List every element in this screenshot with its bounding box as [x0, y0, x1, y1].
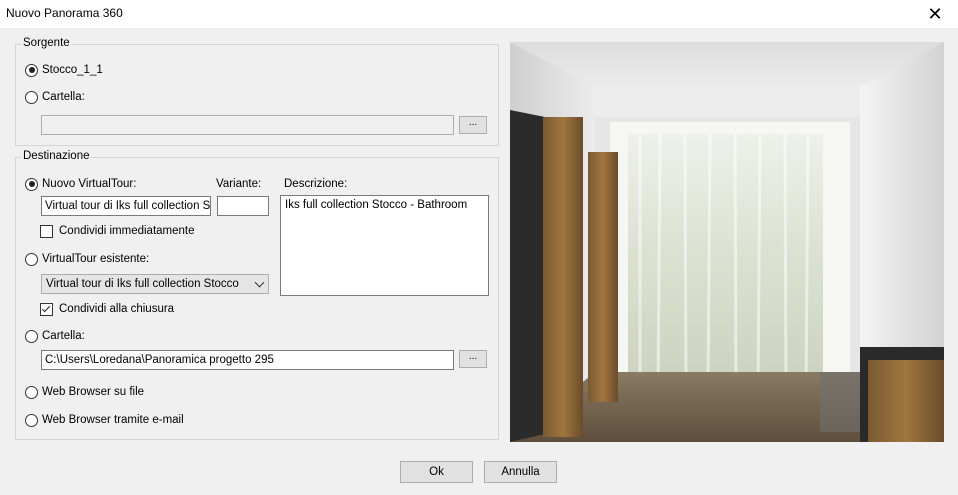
web-file-label: Web Browser su file	[42, 386, 145, 398]
radio-selected-icon	[25, 177, 38, 191]
existing-tour-radio[interactable]: VirtualTour esistente:	[25, 251, 149, 267]
source-group-label: Sorgente	[21, 37, 72, 49]
existing-tour-label: VirtualTour esistente:	[42, 253, 150, 265]
radio-unselected-icon	[25, 252, 38, 266]
existing-tour-select[interactable]: Virtual tour di Iks full collection Stoc…	[41, 274, 269, 294]
description-label: Descrizione:	[284, 178, 348, 190]
checkbox-checked-icon	[40, 302, 53, 316]
checkbox-unchecked-icon	[40, 224, 53, 238]
source-stock-label: Stocco_1_1	[42, 64, 103, 76]
new-tour-radio[interactable]: Nuovo VirtualTour:	[25, 176, 136, 192]
window-title: Nuovo Panorama 360	[6, 6, 123, 20]
radio-unselected-icon	[25, 329, 38, 343]
variant-field[interactable]	[217, 196, 269, 216]
title-bar: Nuovo Panorama 360 ✕	[0, 0, 958, 28]
close-icon[interactable]: ✕	[912, 0, 958, 28]
radio-selected-icon	[25, 63, 38, 77]
source-folder-field[interactable]	[41, 115, 454, 135]
cancel-button[interactable]: Annulla	[484, 461, 557, 483]
dest-folder-path-field[interactable]: C:\Users\Loredana\Panoramica progetto 29…	[41, 350, 454, 370]
new-tour-label: Nuovo VirtualTour:	[42, 178, 137, 190]
dest-folder-label: Cartella:	[42, 330, 85, 342]
dest-browse-button[interactable]: ...	[459, 350, 487, 368]
share-on-close-checkbox[interactable]: Condividi alla chiusura	[40, 301, 174, 317]
source-folder-label: Cartella:	[42, 91, 85, 103]
new-tour-name-field[interactable]: Virtual tour di Iks full collection Sto	[41, 196, 211, 216]
chevron-down-icon	[254, 277, 265, 288]
preview-scene	[510, 42, 944, 442]
source-stock-radio[interactable]: Stocco_1_1	[25, 62, 103, 78]
web-file-radio[interactable]: Web Browser su file	[25, 384, 144, 400]
ok-button[interactable]: Ok	[400, 461, 473, 483]
web-email-label: Web Browser tramite e-mail	[42, 414, 184, 426]
radio-unselected-icon	[25, 90, 38, 104]
description-field[interactable]: Iks full collection Stocco - Bathroom	[280, 195, 489, 296]
share-on-close-label: Condividi alla chiusura	[59, 303, 175, 315]
destination-group-label: Destinazione	[21, 150, 92, 162]
share-now-label: Condividi immediatamente	[59, 225, 195, 237]
variant-label: Variante:	[216, 178, 262, 190]
web-email-radio[interactable]: Web Browser tramite e-mail	[25, 412, 184, 428]
source-folder-radio[interactable]: Cartella:	[25, 89, 85, 105]
radio-unselected-icon	[25, 413, 38, 427]
dest-folder-radio[interactable]: Cartella:	[25, 328, 85, 344]
source-browse-button[interactable]: ...	[459, 116, 487, 134]
existing-tour-selected-value: Virtual tour di Iks full collection Stoc…	[46, 278, 239, 290]
share-now-checkbox[interactable]: Condividi immediatamente	[40, 223, 195, 239]
panorama-preview-image	[510, 42, 944, 442]
radio-unselected-icon	[25, 385, 38, 399]
